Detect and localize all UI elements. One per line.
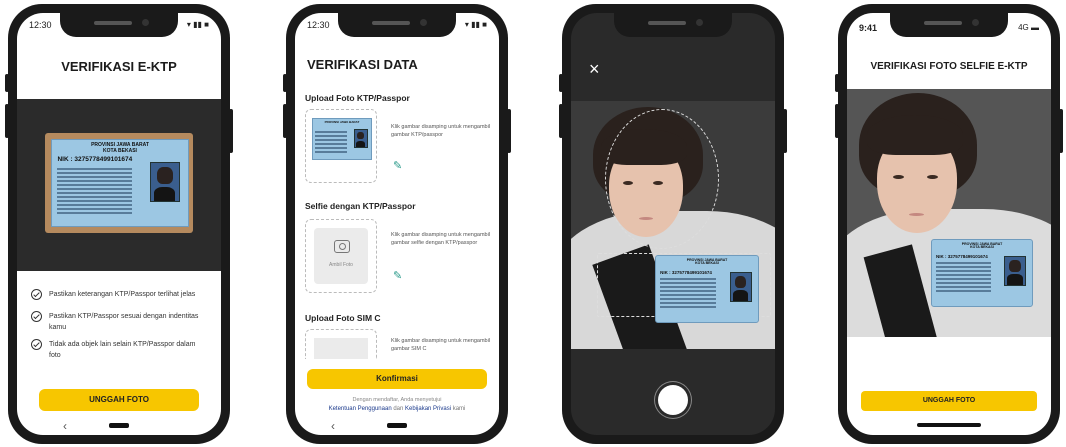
checklist-item-1: Pastikan keterangan KTP/Passpor terlihat…	[49, 291, 196, 298]
terms-prefix: Dengan mendaftar, Anda menyetujui	[352, 397, 442, 403]
status-time: 12:30	[29, 20, 52, 30]
status-time: 12:30	[307, 20, 330, 30]
section-title-selfie: Selfie dengan KTP/Passpor	[305, 201, 416, 211]
ktp-nik: NIK : 3275778499101674	[936, 254, 988, 259]
checklist-item-2: Pastikan KTP/Passpor sesuai dengan inden…	[49, 313, 199, 331]
check-circle-icon	[31, 311, 42, 322]
ktp-nik: NIK : 3275778499101674	[660, 270, 712, 275]
terms-and: dan	[393, 406, 404, 412]
edit-icon[interactable]: ✎	[393, 159, 402, 172]
page-title: VERIFIKASI E-KTP	[61, 59, 177, 74]
upload-selfie-box[interactable]: Ambil Foto	[305, 219, 377, 293]
status-icons: ▾ ▮▮ ■	[186, 20, 209, 29]
shutter-button[interactable]	[658, 385, 688, 415]
ktp-city: KOTA BEKASI	[695, 261, 719, 266]
upload-photo-button[interactable]: UNGGAH FOTO	[39, 389, 199, 411]
page-title: VERIFIKASI DATA	[307, 57, 418, 72]
ktp-city: KOTA BEKASI	[103, 147, 137, 154]
ktp-portrait	[1004, 256, 1026, 286]
ktp-nik: : 3275778499101674	[70, 156, 133, 163]
ktp-portrait	[729, 272, 752, 302]
ktp-city: KOTA BEKASI	[970, 245, 994, 250]
ktp-nik-label: NIK	[57, 156, 69, 163]
screen-camera: × PROVINSI JAWA BARAT KOTA BEKASI NIK : 3…	[571, 13, 775, 435]
ktp-card: PROVINSI JAWA BARAT KOTA BEKASI NIK : 327…	[51, 139, 189, 227]
camera-icon	[334, 240, 350, 253]
network-label: 4G	[1018, 23, 1029, 32]
selfie-preview: PROVINSI JAWA BARAT KOTA BEKASI NIK : 327…	[847, 89, 1051, 337]
confirm-button[interactable]: Konfirmasi	[307, 369, 487, 389]
ktp-card: PROVINSI JAWA BARAT KOTA BEKASI NIK : 327…	[655, 255, 759, 323]
phone-frame-camera: × PROVINSI JAWA BARAT KOTA BEKASI NIK : 3…	[559, 4, 787, 444]
checklist-item-3: Tidak ada objek lain selain KTP/Passpor …	[49, 341, 196, 359]
terms-line: Ketentuan Penggunaan dan Kebijakan Priva…	[295, 406, 499, 412]
check-circle-icon	[31, 289, 42, 300]
section-title-ktp: Upload Foto KTP/Passpor	[305, 93, 410, 103]
camera-viewfinder: PROVINSI JAWA BARAT KOTA BEKASI NIK : 327…	[571, 101, 775, 349]
ktp-thumbnail: PROVINSI JAWA BARAT	[312, 118, 372, 160]
ktp-card: PROVINSI JAWA BARAT KOTA BEKASI NIK : 327…	[931, 239, 1033, 307]
face-guide-frame	[605, 109, 719, 249]
camera-placeholder: Ambil Foto	[314, 228, 368, 284]
check-circle-icon	[31, 339, 42, 350]
ktp-portrait	[149, 162, 180, 202]
back-nav-icon[interactable]: ‹	[331, 419, 335, 433]
screen-verifikasi-ektp: 12:30 ▾ ▮▮ ■ VERIFIKASI E-KTP PROVINSI J…	[17, 13, 221, 435]
hint-sim: Klik gambar disamping untuk mengambil ga…	[391, 338, 491, 352]
hint-ktp: Klik gambar disamping untuk mengambil ga…	[391, 124, 491, 138]
ktp-preview-area: PROVINSI JAWA BARAT KOTA BEKASI NIK : 327…	[17, 99, 221, 271]
upload-sim-box[interactable]	[305, 329, 377, 359]
status-time: 9:41	[859, 23, 878, 33]
terms-suffix: kami	[452, 406, 466, 412]
ktp-province: PROVINSI JAWA BARAT	[324, 119, 360, 124]
hint-selfie: Klik gambar disamping untuk mengambil ga…	[391, 232, 491, 246]
phone-frame-data: 12:30 ▾ ▮▮ ■ VERIFIKASI DATA Upload Foto…	[283, 4, 511, 444]
phone-frame-selfie: 9:41 4G ▬ VERIFIKASI FOTO SELFIE E-KTP P…	[835, 4, 1063, 444]
phone-frame-ektp: 12:30 ▾ ▮▮ ■ VERIFIKASI E-KTP PROVINSI J…	[5, 4, 233, 444]
status-icons: 4G ▬	[1018, 23, 1039, 32]
edit-icon[interactable]: ✎	[393, 269, 402, 282]
back-nav-icon[interactable]: ‹	[63, 419, 67, 433]
status-icons: ▾ ▮▮ ■	[464, 20, 487, 29]
screen-verifikasi-selfie: 9:41 4G ▬ VERIFIKASI FOTO SELFIE E-KTP P…	[847, 13, 1051, 435]
ktp-photo-background: PROVINSI JAWA BARAT KOTA BEKASI NIK : 327…	[45, 133, 193, 233]
privacy-link[interactable]: Kebijakan Privasi	[405, 406, 451, 412]
section-title-sim: Upload Foto SIM C	[305, 313, 381, 323]
screen-verifikasi-data: 12:30 ▾ ▮▮ ■ VERIFIKASI DATA Upload Foto…	[295, 13, 499, 435]
close-icon[interactable]: ×	[589, 59, 600, 80]
upload-photo-button[interactable]: UNGGAH FOTO	[861, 391, 1037, 411]
terms-link[interactable]: Ketentuan Penggunaan	[329, 406, 392, 412]
page-title: VERIFIKASI FOTO SELFIE E-KTP	[870, 61, 1028, 72]
take-photo-label: Ambil Foto	[329, 262, 353, 268]
upload-ktp-box[interactable]: PROVINSI JAWA BARAT	[305, 109, 377, 183]
